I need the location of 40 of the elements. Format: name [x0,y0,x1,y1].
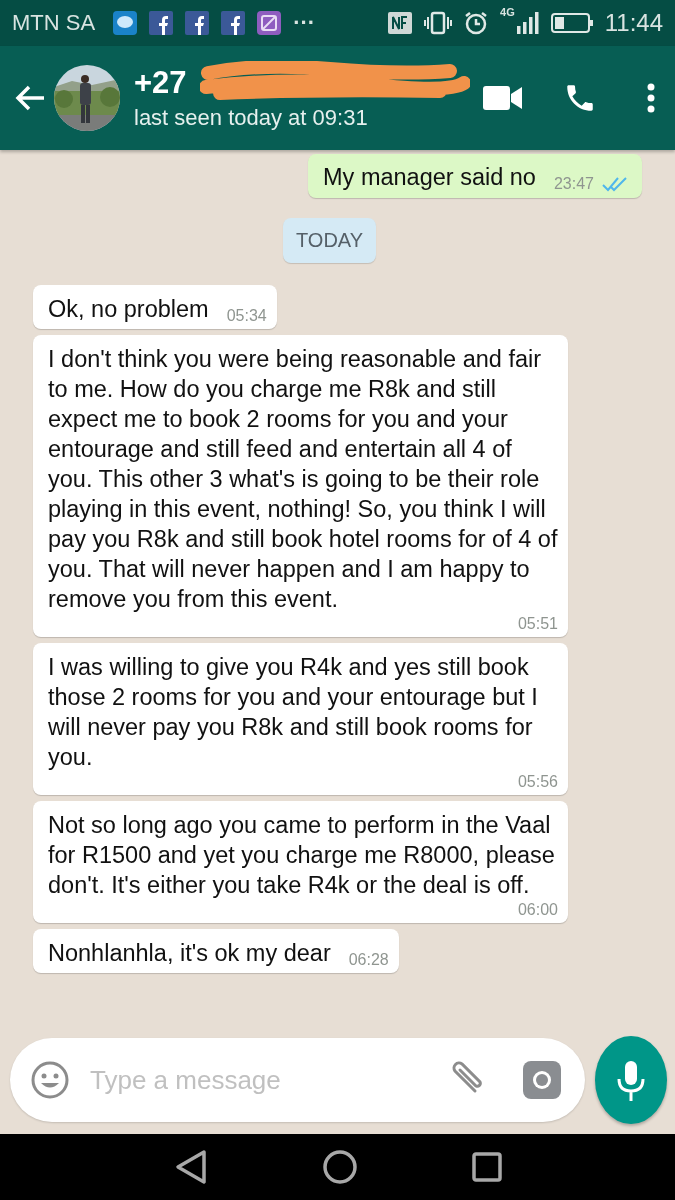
carrier-name: MTN SA [12,10,96,36]
date-chip: TODAY [282,218,377,263]
facebook-icon [221,11,246,35]
battery-icon [550,12,593,34]
more-notifications: ··· [293,10,316,36]
message-icon [113,11,138,35]
menu-icon[interactable] [647,83,655,113]
message-time: 05:51 [517,614,558,634]
back-arrow-icon[interactable] [14,84,46,112]
message-text: Not so long ago you came to perform in the Vaal for R1500 and yet you charge me R8000, please don't. It's either you take R4k or the deal is off. [48,811,556,900]
facebook-icon [149,11,174,35]
message-time: 06:00 [517,900,558,920]
vibrate-icon [424,11,453,35]
message-text: I was willing to give you R4k and yes still book those 2 rooms for you and your entourage but I will never pay you R8k and still book rooms for you. [48,653,539,772]
back-icon[interactable] [173,1149,208,1185]
nfc-icon [388,12,413,34]
contact-name[interactable]: +27 [134,65,187,100]
image-icon [257,11,282,35]
facebook-icon [185,11,210,35]
message-time: 06:28 [348,950,389,970]
clock: 11:44 [604,9,663,37]
emoji-icon[interactable] [30,1060,70,1100]
message-text: I don't think you were being reasonable and fair to me. How do you charge me R8k and still expect me to book 2 rooms for you and your entourage and still feed and entertain all 4 of you. This other 3 what's is going to be their role playing in this event, nothing! So, you think I will pay you R8k and still book hotel rooms for of 4 of you. That will never happen and I am happy to remove you from this event. [48,345,558,614]
microphone-button[interactable] [595,1036,667,1124]
alarm-icon [464,11,489,35]
last-seen: last seen today at 09:31 [134,105,368,131]
signal-icon [516,12,539,34]
message-time: 05:56 [517,772,558,792]
network-type: 4G [500,6,515,18]
message-text: Nonhlanhla, it's ok my dear [48,939,331,968]
home-icon[interactable] [322,1150,357,1184]
video-call-icon[interactable] [483,85,523,111]
message-time: 05:34 [226,306,267,326]
microphone-icon [616,1059,646,1101]
message-text: Ok, no problem [48,295,209,324]
message-time: 23:47 [553,174,594,194]
message-field[interactable]: Type a message [88,1063,427,1097]
camera-icon[interactable] [523,1061,561,1099]
recent-apps-icon[interactable] [471,1152,502,1182]
message-text: My manager said no [323,163,536,192]
